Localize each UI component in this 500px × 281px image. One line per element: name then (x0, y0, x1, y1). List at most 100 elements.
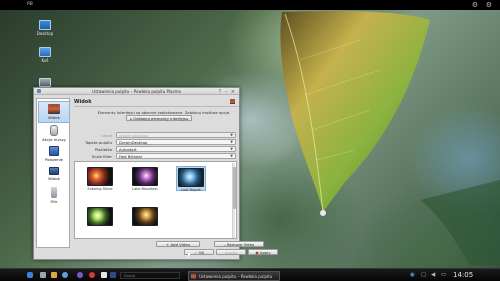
wallpaper-thumbnail-selected[interactable]: Leaf Ripple (176, 166, 206, 192)
clipboard-icon[interactable]: ▢ (421, 271, 426, 279)
wallpaper-preview (87, 167, 113, 186)
layout-select-value: Widok katalogu (119, 133, 149, 138)
minimize-button[interactable]: – (225, 89, 229, 95)
gallery-scrollbar[interactable] (232, 163, 236, 238)
wallpaper-preview (178, 168, 204, 187)
scale-filter-value: Fast Bilinear (119, 154, 143, 159)
layout-row: Układ Widok katalogu ▼ (74, 132, 239, 138)
monitor-icon (49, 167, 59, 175)
volume-icon[interactable]: ◀ (431, 271, 435, 279)
sidebar-item-view[interactable]: Widok (38, 101, 70, 123)
clock[interactable]: 14:05 (453, 271, 473, 279)
wallpaper-preview (132, 167, 158, 186)
wallpaper-plugin-value: DreamDesktop (119, 140, 148, 145)
sidebar-item-label: Filtr (50, 199, 58, 204)
unlock-widgets-button[interactable]: 🔒︎ Odblokuj elementy interfejsu (126, 115, 192, 121)
window-title: Ustawienia pulpitu – Powłoka pulpitu Pla… (92, 89, 181, 95)
apply-button[interactable]: ● Apply (248, 249, 278, 255)
positioning-select[interactable]: Autostart ▼ (116, 146, 236, 152)
positioning-row: Plakietka Autostart ▼ (74, 146, 239, 152)
folder-icon[interactable] (51, 272, 57, 278)
add-video-button[interactable]: + Add Video (156, 241, 200, 247)
task-desktop-settings[interactable]: Ustawienia pulpitu – Powłoka pulpitu (188, 270, 280, 281)
sidebar-item-label: Widok (48, 115, 60, 120)
desktop-settings-window: Ustawienia pulpitu – Powłoka pulpitu Pla… (33, 87, 278, 260)
task-label: Ustawienia pulpitu – Powłoka pulpitu (199, 273, 273, 279)
sidebar-item-display[interactable]: Widok (38, 165, 70, 187)
wallpaper-thumbnail[interactable] (85, 206, 115, 231)
sidebar-item-filter[interactable]: Filtr (38, 185, 70, 207)
email-icon[interactable] (77, 272, 83, 278)
wallpaper-thumbnail[interactable] (130, 206, 160, 231)
sidebar-item-label: Położenie (44, 157, 63, 162)
layout-select: Widok katalogu ▼ (116, 132, 236, 138)
window-controls: ? – × (218, 89, 236, 95)
scale-filter-label: Scale filter (91, 153, 112, 159)
wallpaper-thumbnail[interactable]: Lake Mountain (130, 166, 160, 191)
wallpaper-name: Lake Mountain (132, 187, 158, 191)
browser-icon[interactable] (62, 272, 68, 278)
folder-icon (39, 20, 51, 30)
layout-label: Układ (101, 132, 112, 138)
terminal-icon[interactable] (110, 272, 116, 278)
desktop-icon-desktop[interactable]: Desktop (33, 20, 57, 36)
wallpaper-name: Leaf Ripple (181, 188, 201, 192)
section-header: Widok (74, 97, 239, 107)
document-icon[interactable] (101, 272, 107, 278)
remove-video-button[interactable]: – Remove Video (214, 241, 264, 247)
network-icon[interactable]: ◉ (410, 271, 415, 279)
filter-icon (51, 187, 57, 198)
sidebar-item-mouse-actions[interactable]: Akcje myszy (38, 123, 70, 145)
opera-icon[interactable] (89, 272, 95, 278)
files-icon[interactable] (40, 272, 46, 278)
drive-icon (39, 78, 51, 87)
ok-label: OK (198, 250, 204, 255)
sidebar-item-location[interactable]: Położenie (38, 144, 70, 166)
sidebar-item-label: Widok (48, 176, 60, 181)
wallpaper-plugin-select[interactable]: DreamDesktop ▼ (116, 139, 236, 145)
window-titlebar[interactable]: Ustawienia pulpitu – Powłoka pulpitu Pla… (34, 88, 239, 95)
wallpaper-plugin-row: Tapeta pulpitu DreamDesktop ▼ (74, 139, 239, 145)
app-launcher-icon[interactable] (27, 272, 33, 278)
scrollbar-thumb[interactable] (233, 167, 236, 209)
add-video-label: Add Video (170, 242, 190, 247)
section-icon (230, 98, 235, 104)
chevron-down-icon: ▼ (230, 140, 233, 144)
close-button[interactable]: × (231, 89, 236, 95)
apply-label: Apply (259, 250, 271, 255)
desktop-icon (48, 104, 60, 114)
wallpaper-gallery: Evening Shine Lake Mountain Leaf Ripple (74, 161, 237, 239)
wallpaper-thumbnail[interactable]: Evening Shine (85, 166, 115, 191)
help-button[interactable]: ? (218, 89, 222, 95)
panel-label[interactable]: PB (27, 2, 33, 7)
chevron-down-icon: ▼ (230, 154, 233, 158)
taskbar: Szukaj Ustawienia pulpitu – Powłoka pulp… (0, 268, 500, 281)
wallpaper-plugin-label: Tapeta pulpitu (84, 139, 112, 145)
cancel-label: Anuluj (225, 250, 237, 255)
settings-sidebar: Widok Akcje myszy Położenie Widok Filtr (36, 98, 70, 248)
mouse-cursor-icon (188, 253, 191, 258)
chevron-down-icon: ▼ (230, 133, 233, 137)
sidebar-item-label: Akcje myszy (42, 137, 66, 142)
panel-toolbox-icon[interactable]: ⚙ (486, 1, 492, 9)
position-icon (49, 146, 59, 156)
remove-video-label: Remove Video (226, 242, 255, 247)
settings-icon (191, 273, 196, 279)
scale-filter-select[interactable]: Fast Bilinear ▼ (116, 153, 236, 159)
top-panel: PB ⚙ ⚙ (0, 0, 500, 10)
panel-settings-icon[interactable]: ⚙ (472, 1, 478, 9)
scale-filter-row: Scale filter Fast Bilinear ▼ (74, 153, 239, 159)
desktop-icon-trash[interactable]: Koš (33, 47, 57, 63)
cancel-button[interactable]: Anuluj (216, 249, 246, 255)
wallpaper-preview (132, 207, 158, 226)
positioning-value: Autostart (119, 147, 137, 152)
taskbar-search-input[interactable]: Szukaj (120, 272, 180, 279)
wallpaper-name: Evening Shine (87, 187, 113, 191)
positioning-label: Plakietka (94, 146, 112, 152)
wallpaper-preview (87, 207, 113, 226)
section-title: Widok (74, 99, 92, 105)
notifications-icon[interactable]: ▭ (441, 271, 446, 279)
trash-icon (39, 47, 51, 57)
desktop-icon-label: Desktop (36, 31, 54, 36)
unlock-widgets-label: Odblokuj elementy interfejsu (133, 116, 189, 121)
